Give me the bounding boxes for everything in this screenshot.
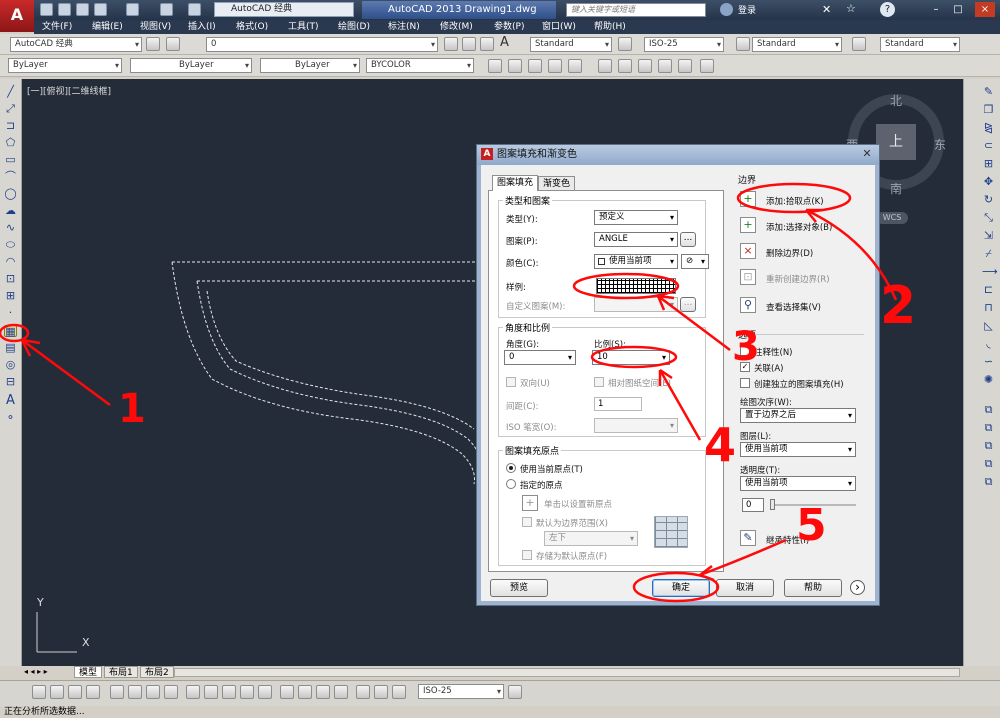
annotation-circle-pick	[736, 182, 852, 214]
annotation-circle-hatch	[0, 323, 30, 343]
annotation-circle-scale	[590, 345, 678, 369]
annotation-number-5: 5	[796, 500, 827, 551]
tab-hatch[interactable]: 图案填充	[492, 175, 539, 191]
annotation-circle-swatch	[572, 272, 680, 300]
annotation-number-3: 3	[732, 324, 760, 370]
annotation-arrow-1	[21, 338, 111, 407]
annotation-arrow-4	[658, 369, 702, 441]
annotation-number-1: 1	[118, 386, 146, 432]
annotation-number-2: 2	[880, 276, 917, 336]
application-menu-button[interactable]: A	[0, 0, 34, 32]
annotation-arrow-3	[657, 295, 731, 351]
annotation-arrow-5	[699, 538, 787, 577]
annotation-overlay	[0, 182, 898, 603]
annotation-number-4: 4	[704, 418, 737, 472]
